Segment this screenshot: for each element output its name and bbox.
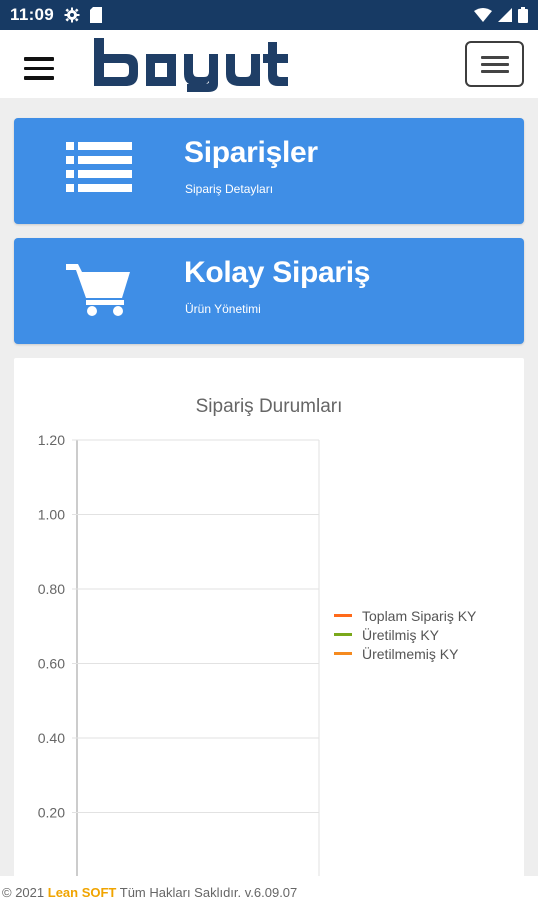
signal-icon [498,8,512,22]
footer: © 2021 Lean SOFT Tüm Hakları Saklıdır. v… [0,876,538,900]
legend-swatch [334,652,352,655]
brand-logo [94,38,288,92]
shopping-cart-icon [66,264,130,316]
chart-y-tick-label: 1.00 [38,507,65,523]
chart-title: Sipariş Durumları [196,396,343,417]
orders-card-title: Siparişler [184,136,318,169]
easy-order-card[interactable]: Kolay Sipariş Ürün Yönetimi [14,238,524,344]
legend-item[interactable]: Üretilmemiş KY [362,645,459,662]
chart-y-tick-label: 0.60 [38,656,65,672]
legend-item[interactable]: Üretilmiş KY [362,626,440,643]
app-bar [0,30,538,98]
footer-copyright: © 2021 [2,885,45,900]
orders-card[interactable]: Siparişler Sipariş Detayları [14,118,524,224]
sim-card-icon [90,7,103,23]
footer-rights: Tüm Hakları Saklıdır. v.6.09.07 [119,885,298,900]
list-icon [66,142,132,192]
chart-y-tick-label: 1.20 [38,432,65,448]
settings-icon [64,7,80,23]
legend-item[interactable]: Toplam Sipariş KY [362,608,477,624]
chart-canvas: Sipariş Durumları 1.20 1.00 0.80 0.60 0.40 0.… [38,396,477,878]
easy-order-card-title: Kolay Sipariş [184,256,371,289]
chart-y-tick-label: 0.40 [38,730,65,746]
chart-y-tick-label: 0.20 [38,805,65,821]
footer-brand: Lean SOFT [47,885,117,900]
legend-swatch [334,633,352,636]
chart-y-tick-label: 0.80 [38,581,65,597]
wifi-icon [474,8,492,22]
battery-icon [518,7,528,23]
orders-card-subtitle: Sipariş Detayları [185,182,274,196]
status-time: 11:09 [10,5,55,24]
easy-order-card-subtitle: Ürün Yönetimi [185,302,261,316]
legend-swatch [334,614,352,617]
order-status-chart: Sipariş Durumları 1.20 1.00 0.80 0.60 0.40 0.… [14,358,524,878]
status-bar: 11:09 [0,0,538,30]
hamburger-icon[interactable] [24,57,54,80]
menu-toggle-button[interactable] [465,41,524,87]
